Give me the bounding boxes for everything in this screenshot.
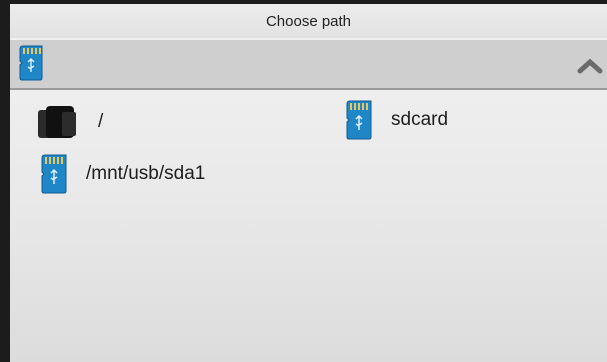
list-item-root[interactable]: / (36, 104, 103, 140)
sdcard-icon (18, 45, 44, 81)
sdcard-icon (40, 154, 68, 194)
list-item-usb[interactable]: /mnt/usb/sda1 (40, 154, 205, 194)
list-item-label: sdcard (391, 109, 449, 130)
current-path-bar[interactable] (10, 40, 607, 90)
dialog-title: Choose path (265, 12, 352, 30)
sdcard-icon (345, 100, 373, 140)
chevron-up-icon[interactable] (577, 56, 603, 76)
list-item-sdcard[interactable]: sdcard (345, 100, 448, 140)
list-item-label: / (98, 111, 104, 132)
list-item-label: /mnt/usb/sda1 (86, 163, 206, 184)
file-chooser-dialog: Choose path / sdcard /mnt/usb/sda1 (10, 4, 607, 362)
device-icon (36, 104, 80, 140)
dialog-title-bar: Choose path (10, 4, 607, 38)
